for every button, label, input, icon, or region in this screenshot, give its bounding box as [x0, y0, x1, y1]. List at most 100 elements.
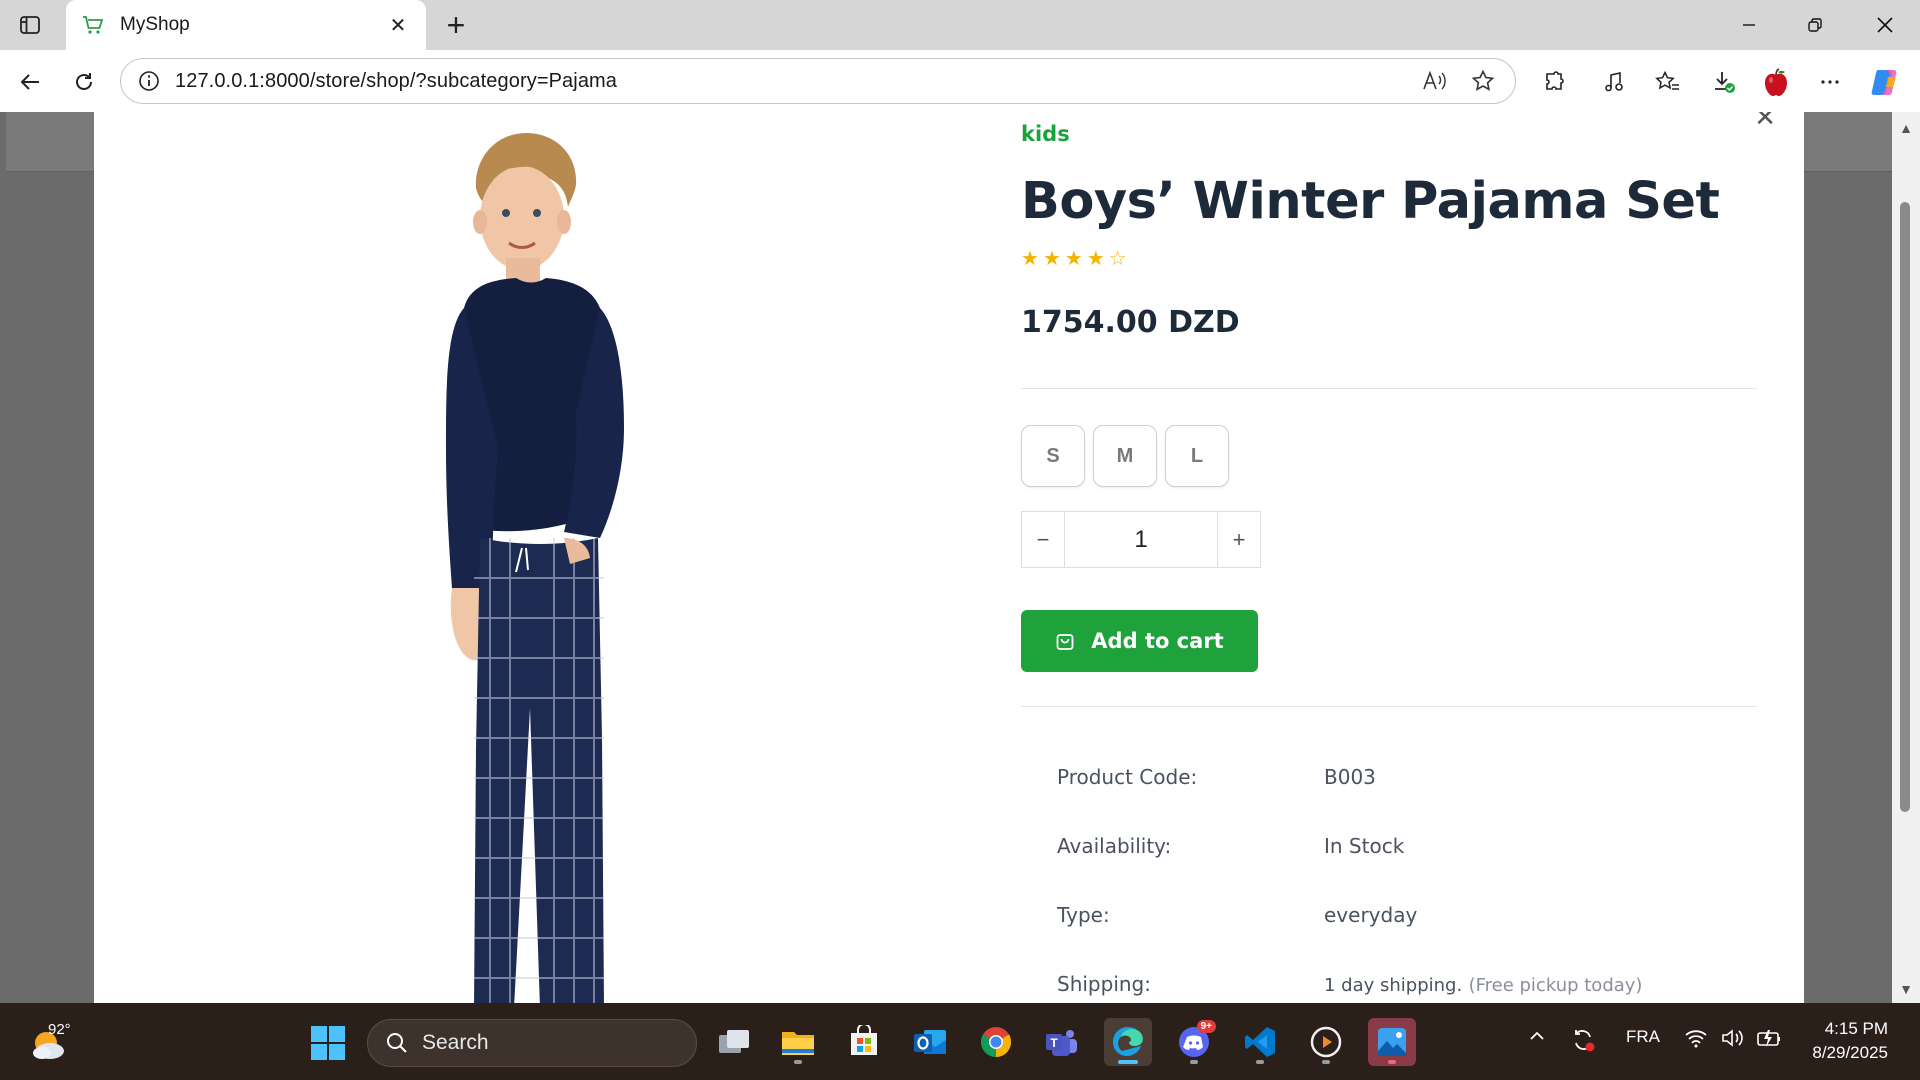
quantity-input[interactable]: 1: [1064, 512, 1218, 567]
spec-row-shipping: Shipping: 1 day shipping. (Free pickup t…: [1057, 972, 1757, 1002]
quantity-increase-button[interactable]: +: [1218, 512, 1260, 567]
sync-status-icon[interactable]: [1570, 1027, 1596, 1058]
backdrop-header-right: [1804, 112, 1892, 172]
play-circle-icon: [1310, 1026, 1342, 1058]
star-filled-icon: ★: [1064, 248, 1083, 270]
favorites-list-icon: [1655, 70, 1679, 90]
minimize-button[interactable]: [1716, 0, 1782, 50]
media-button[interactable]: [1594, 62, 1634, 102]
file-explorer-button[interactable]: [774, 1018, 822, 1066]
shopping-bag-icon: [1056, 634, 1074, 650]
search-icon: [387, 1033, 407, 1053]
clock-time: 4:15 PM: [1824, 1019, 1888, 1038]
photos-button[interactable]: [1368, 1018, 1416, 1066]
spec-value: 1 day shipping. (Free pickup today): [1324, 972, 1642, 996]
edge-icon: [1113, 1027, 1143, 1056]
shipping-note: (Free pickup today): [1468, 975, 1643, 996]
scroll-down-arrow-icon[interactable]: ▼: [1892, 979, 1920, 999]
teams-icon: T: [1046, 1030, 1077, 1056]
apple-avatar-icon: [1765, 68, 1787, 96]
page-scrollbar[interactable]: ▲ ▼: [1892, 112, 1920, 1003]
store-icon: [851, 1025, 877, 1055]
product-category-link[interactable]: kids: [1021, 122, 1070, 146]
extensions-button[interactable]: [1534, 62, 1574, 102]
spec-row-type: Type: everyday: [1057, 903, 1757, 933]
size-option-m[interactable]: M: [1093, 425, 1157, 487]
taskbar-search[interactable]: Search: [367, 1019, 697, 1067]
new-tab-button[interactable]: +: [436, 6, 476, 44]
volume-icon[interactable]: [1720, 1027, 1746, 1054]
tab-actions-icon: [20, 16, 40, 34]
browser-toolbar: 127.0.0.1:8000/store/shop/?subcategory=P…: [0, 50, 1920, 112]
tab-actions-menu-button[interactable]: [10, 8, 50, 42]
downloads-button[interactable]: [1704, 62, 1744, 102]
url-text[interactable]: 127.0.0.1:8000/store/shop/?subcategory=P…: [175, 70, 1405, 93]
tray-overflow-chevron-icon[interactable]: [1528, 1027, 1546, 1050]
divider: [1021, 388, 1757, 389]
task-view-button[interactable]: [710, 1018, 758, 1066]
address-bar[interactable]: 127.0.0.1:8000/store/shop/?subcategory=P…: [120, 58, 1516, 104]
spec-label: Shipping:: [1057, 972, 1151, 996]
teams-button[interactable]: T: [1038, 1018, 1086, 1066]
scroll-thumb[interactable]: [1900, 202, 1910, 812]
read-aloud-icon[interactable]: [1417, 63, 1453, 99]
tab-close-icon[interactable]: ✕: [384, 11, 412, 39]
modal-close-icon[interactable]: ✕: [1754, 112, 1776, 133]
restore-icon: [1808, 18, 1822, 32]
vscode-button[interactable]: [1236, 1018, 1284, 1066]
star-filled-icon: ★: [1086, 248, 1105, 270]
edge-button[interactable]: [1104, 1018, 1152, 1066]
size-option-s[interactable]: S: [1021, 425, 1085, 487]
product-title: Boys’ Winter Pajama Set: [1021, 172, 1720, 231]
microsoft-store-button[interactable]: [840, 1018, 888, 1066]
spec-value: everyday: [1324, 903, 1418, 927]
running-indicator: [1322, 1060, 1330, 1064]
close-window-button[interactable]: [1852, 0, 1918, 50]
search-label: Search: [422, 1031, 489, 1054]
windows-taskbar: 92° Search T 9+ FRA 4:15 PM 8/29/2025: [0, 1003, 1920, 1080]
running-indicator: [1256, 1060, 1264, 1064]
quantity-stepper: − 1 +: [1021, 511, 1261, 568]
spec-row-product-code: Product Code: B003: [1057, 765, 1757, 795]
product-quick-view-modal: ✕ kids Boys’ Winter Pajama Set ★ ★ ★ ★ ☆…: [94, 112, 1804, 1003]
scroll-up-arrow-icon[interactable]: ▲: [1892, 118, 1920, 138]
discord-button[interactable]: 9+: [1170, 1018, 1218, 1066]
add-to-cart-button[interactable]: Add to cart: [1021, 610, 1258, 672]
copilot-button[interactable]: [1866, 62, 1906, 102]
clock-date: 8/29/2025: [1812, 1043, 1888, 1062]
weather-temperature[interactable]: 92°: [48, 1021, 71, 1038]
site-info-icon[interactable]: [135, 67, 163, 95]
restore-button[interactable]: [1782, 0, 1848, 50]
profile-button[interactable]: [1756, 62, 1796, 102]
task-view-icon: [719, 1030, 749, 1053]
chrome-button[interactable]: [972, 1018, 1020, 1066]
media-player-button[interactable]: [1302, 1018, 1350, 1066]
settings-more-button[interactable]: [1810, 62, 1850, 102]
size-option-l[interactable]: L: [1165, 425, 1229, 487]
browser-tab-myshop[interactable]: MyShop ✕: [66, 0, 426, 50]
back-button[interactable]: [10, 62, 50, 102]
shipping-speed: 1 day shipping.: [1324, 975, 1463, 996]
running-indicator: [1388, 1060, 1396, 1064]
size-selector: S M L: [1021, 425, 1229, 487]
active-indicator: [1118, 1060, 1138, 1064]
favorite-star-icon[interactable]: [1465, 63, 1501, 99]
page-viewport: ✕ kids Boys’ Winter Pajama Set ★ ★ ★ ★ ☆…: [0, 112, 1920, 1003]
star-empty-icon: ☆: [1108, 248, 1127, 270]
product-image[interactable]: [394, 118, 694, 1003]
tab-strip: MyShop ✕ +: [0, 0, 1920, 50]
refresh-button[interactable]: [64, 62, 104, 102]
spec-value: B003: [1324, 765, 1376, 789]
star-filled-icon: ★: [1042, 248, 1061, 270]
favorites-button[interactable]: [1648, 62, 1688, 102]
quantity-decrease-button[interactable]: −: [1022, 512, 1064, 567]
add-to-cart-label: Add to cart: [1091, 629, 1224, 653]
system-clock[interactable]: 4:15 PM 8/29/2025: [1800, 1017, 1888, 1065]
spec-label: Product Code:: [1057, 765, 1198, 789]
outlook-button[interactable]: [906, 1018, 954, 1066]
battery-charging-icon[interactable]: [1756, 1027, 1782, 1054]
backdrop-header-left: [6, 112, 94, 172]
wifi-icon[interactable]: [1684, 1027, 1708, 1054]
windows-start-icon[interactable]: [310, 1025, 346, 1061]
input-language[interactable]: FRA: [1626, 1027, 1660, 1047]
